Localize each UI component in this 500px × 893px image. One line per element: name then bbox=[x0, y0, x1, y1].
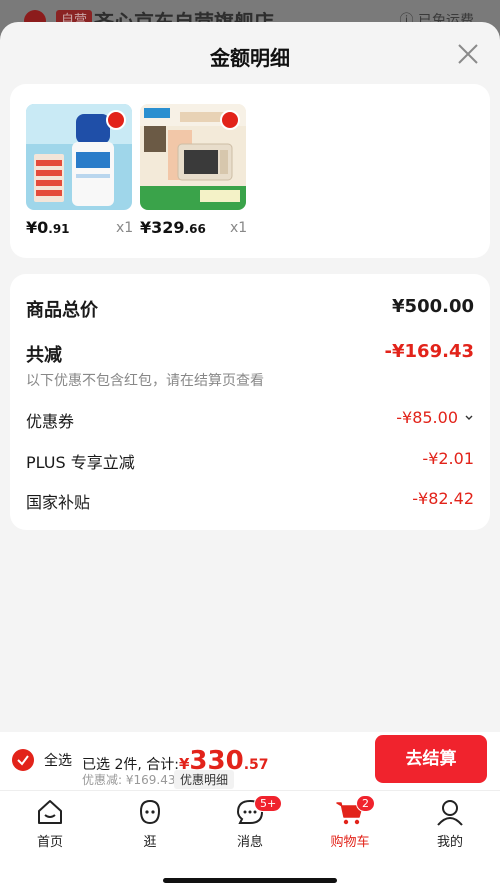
tab-cart[interactable]: 2 购物车 bbox=[310, 795, 390, 850]
plus-discount-amount: -¥2.01 bbox=[422, 449, 474, 468]
check-icon bbox=[17, 755, 29, 766]
goods-total-amount: ¥500.00 bbox=[392, 296, 474, 317]
price-main: ¥329 bbox=[140, 218, 185, 237]
total-discount-row: 共减 -¥169.43 bbox=[26, 341, 474, 367]
tab-label: 首页 bbox=[36, 835, 63, 850]
goods-total-row: 商品总价 ¥500.00 bbox=[26, 296, 474, 322]
product-quantity: x1 bbox=[230, 220, 248, 236]
product-image bbox=[26, 104, 132, 210]
price-decimal: .66 bbox=[184, 222, 206, 236]
product-item[interactable]: ¥329.66 x1 bbox=[140, 104, 247, 237]
price-main: ¥0 bbox=[26, 218, 49, 237]
goods-total-label: 商品总价 bbox=[26, 300, 98, 321]
product-item[interactable]: ¥0.91 x1 bbox=[26, 104, 133, 237]
plus-discount-label: PLUS 专享立减 bbox=[26, 453, 135, 472]
price-detail-card: 商品总价 ¥500.00 共减 -¥169.43 以下优惠不包含红包，请在结算页… bbox=[10, 274, 490, 530]
discount-summary: 优惠减: ¥169.43 bbox=[82, 773, 176, 787]
total-decimal: .57 bbox=[243, 757, 269, 773]
national-subsidy-row: 国家补贴 -¥82.42 bbox=[26, 489, 474, 513]
home-icon bbox=[38, 800, 62, 824]
total-discount-label: 共减 bbox=[26, 345, 62, 366]
coupon-row[interactable]: 优惠券 -¥85.00 bbox=[26, 408, 474, 432]
tab-label: 购物车 bbox=[330, 835, 370, 850]
discount-note: 以下优惠不包含红包，请在结算页查看 bbox=[26, 373, 264, 389]
profile-icon bbox=[437, 800, 463, 826]
select-all-label[interactable]: 全选 bbox=[44, 750, 72, 770]
tab-home[interactable]: 首页 bbox=[10, 797, 90, 850]
tab-messages[interactable]: 5+ 消息 bbox=[210, 795, 290, 850]
cart-badge: 2 bbox=[356, 795, 375, 812]
tab-profile[interactable]: 我的 bbox=[410, 797, 490, 850]
tab-browse[interactable]: 逛 bbox=[110, 797, 190, 850]
tab-label: 我的 bbox=[436, 835, 463, 850]
chevron-down-icon[interactable] bbox=[464, 413, 474, 423]
product-quantity: x1 bbox=[116, 220, 134, 236]
product-price: ¥329.66 bbox=[140, 218, 268, 237]
tab-label: 逛 bbox=[143, 835, 157, 850]
message-badge: 5+ bbox=[254, 795, 283, 812]
coupon-label: 优惠券 bbox=[26, 412, 75, 431]
checkout-button[interactable]: 去结算 bbox=[375, 735, 487, 783]
tab-label: 消息 bbox=[236, 835, 263, 850]
amount-detail-sheet: 金额明细 ¥0.91 x1 ¥329.66 x1 商品总价 ¥500.00 共减… bbox=[0, 22, 500, 732]
checkout-bar: 全选 已选 2件, 合计:¥330.57 优惠减: ¥169.43 优惠明细 去… bbox=[0, 732, 500, 790]
product-image bbox=[140, 104, 246, 210]
price-decimal: .91 bbox=[48, 222, 70, 236]
product-price: ¥0.91 bbox=[26, 218, 154, 237]
national-subsidy-label: 国家补贴 bbox=[26, 493, 91, 512]
home-indicator bbox=[163, 878, 337, 883]
coupon-amount: -¥85.00 bbox=[396, 408, 458, 427]
sheet-title: 金额明细 bbox=[210, 46, 290, 70]
browse-face-icon bbox=[139, 799, 161, 825]
plus-discount-row: PLUS 专享立减 -¥2.01 bbox=[26, 449, 474, 473]
national-subsidy-amount: -¥82.42 bbox=[412, 489, 474, 508]
products-card: ¥0.91 x1 ¥329.66 x1 bbox=[10, 84, 490, 258]
selected-check-icon[interactable] bbox=[106, 110, 126, 130]
close-icon[interactable] bbox=[456, 42, 480, 66]
total-discount-amount: -¥169.43 bbox=[384, 341, 474, 362]
discount-detail-button[interactable]: 优惠明细 bbox=[174, 770, 235, 789]
select-all-checkbox[interactable] bbox=[12, 749, 34, 771]
selected-check-icon[interactable] bbox=[220, 110, 240, 130]
